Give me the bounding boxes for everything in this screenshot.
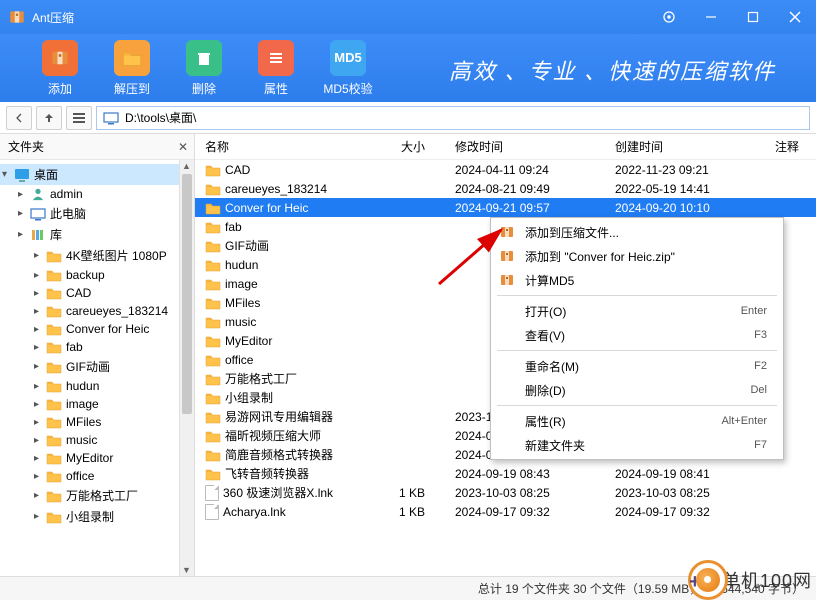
tree-item[interactable]: ▸MFiles — [0, 413, 179, 431]
folder-icon — [205, 429, 221, 443]
minimize-button[interactable] — [690, 0, 732, 34]
md5-button[interactable]: MD5MD5校验 — [312, 40, 384, 97]
tree-item[interactable]: ▸此电脑 — [0, 203, 179, 224]
sidebar-scrollbar[interactable]: ▲ ▼ — [179, 160, 194, 576]
cm-newfolder[interactable]: 新建文件夹F7 — [491, 433, 783, 457]
cm-add-archive[interactable]: 添加到压缩文件... — [491, 220, 783, 244]
tree-item[interactable]: ▸万能格式工厂 — [0, 485, 179, 506]
archive-icon — [497, 246, 517, 266]
folder-icon — [205, 334, 221, 348]
file-icon — [205, 485, 219, 501]
folder-icon — [205, 353, 221, 367]
sidebar-close-icon[interactable]: ✕ — [178, 140, 188, 154]
folder-icon — [205, 277, 221, 291]
context-menu: 添加到压缩文件... 添加到 "Conver for Heic.zip" 计算M… — [490, 217, 784, 460]
cm-rename[interactable]: 重命名(M)F2 — [491, 354, 783, 378]
maximize-button[interactable] — [732, 0, 774, 34]
column-headers[interactable]: 名称 大小 修改时间 创建时间 注释 — [195, 134, 816, 160]
folder-icon — [205, 410, 221, 424]
tree-item[interactable]: ▸GIF动画 — [0, 356, 179, 377]
tree-item[interactable]: ▸music — [0, 431, 179, 449]
app-icon — [8, 8, 26, 26]
file-row[interactable]: Conver for Heic 2024-09-21 09:57 2024-09… — [195, 198, 816, 217]
watermark: + 单机100网 — [688, 560, 812, 600]
nav-up-button[interactable] — [36, 106, 62, 130]
main-toolbar: 添加 解压到 删除 属性 MD5MD5校验 高效 、专业 、快速的压缩软件 — [0, 34, 816, 102]
tree-item[interactable]: ▸hudun — [0, 377, 179, 395]
cm-add-zip[interactable]: 添加到 "Conver for Heic.zip" — [491, 244, 783, 268]
tree-root-desktop[interactable]: ▾桌面 — [0, 164, 179, 185]
tree-item[interactable]: ▸Conver for Heic — [0, 320, 179, 338]
file-row[interactable]: careueyes_183214 2024-08-21 09:49 2022-0… — [195, 179, 816, 198]
file-row[interactable]: 360 极速浏览器X.lnk 1 KB 2023-10-03 08:25 202… — [195, 483, 816, 502]
cm-delete[interactable]: 删除(D)Del — [491, 378, 783, 402]
app-title: Ant压缩 — [32, 9, 648, 26]
folder-icon — [205, 448, 221, 462]
address-path[interactable]: D:\tools\桌面\ — [96, 106, 810, 130]
cm-open[interactable]: 打开(O)Enter — [491, 299, 783, 323]
folder-icon — [205, 391, 221, 405]
cm-md5[interactable]: 计算MD5 — [491, 268, 783, 292]
archive-icon — [497, 222, 517, 242]
folder-icon — [205, 182, 221, 196]
folder-icon — [205, 163, 221, 177]
titlebar: Ant压缩 — [0, 0, 816, 34]
file-icon — [205, 504, 219, 520]
sidebar-header: 文件夹 ✕ — [0, 134, 194, 160]
folder-tree-panel: 文件夹 ✕ ▾桌面▸admin▸此电脑▸库▸4K壁纸图片 1080P▸backu… — [0, 134, 195, 576]
view-mode-button[interactable] — [66, 106, 92, 130]
file-row[interactable]: 飞转音频转换器 2024-09-19 08:43 2024-09-19 08:4… — [195, 464, 816, 483]
tree-item[interactable]: ▸careueyes_183214 — [0, 302, 179, 320]
path-text: D:\tools\桌面\ — [125, 109, 196, 126]
tree-item[interactable]: ▸CAD — [0, 284, 179, 302]
folder-icon — [205, 315, 221, 329]
add-button[interactable]: 添加 — [24, 40, 96, 97]
cm-props[interactable]: 属性(R)Alt+Enter — [491, 409, 783, 433]
pc-icon — [103, 111, 119, 125]
folder-icon — [205, 467, 221, 481]
folder-icon — [205, 258, 221, 272]
extract-button[interactable]: 解压到 — [96, 40, 168, 97]
tree-item[interactable]: ▸fab — [0, 338, 179, 356]
tree-item[interactable]: ▸admin — [0, 185, 179, 203]
slogan-text: 高效 、专业 、快速的压缩软件 — [449, 54, 776, 86]
folder-icon — [205, 296, 221, 310]
tree-item[interactable]: ▸4K壁纸图片 1080P — [0, 245, 179, 266]
delete-button[interactable]: 删除 — [168, 40, 240, 97]
tree-item[interactable]: ▸小组录制 — [0, 506, 179, 527]
tree-item[interactable]: ▸库 — [0, 224, 179, 245]
file-row[interactable]: CAD 2024-04-11 09:24 2022-11-23 09:21 — [195, 160, 816, 179]
settings-icon[interactable] — [648, 0, 690, 34]
folder-icon — [205, 239, 221, 253]
folder-icon — [205, 201, 221, 215]
tree-item[interactable]: ▸backup — [0, 266, 179, 284]
address-bar: D:\tools\桌面\ — [0, 102, 816, 134]
close-button[interactable] — [774, 0, 816, 34]
tree-item[interactable]: ▸image — [0, 395, 179, 413]
props-button[interactable]: 属性 — [240, 40, 312, 97]
archive-icon — [497, 270, 517, 290]
file-row[interactable]: Acharya.lnk 1 KB 2024-09-17 09:32 2024-0… — [195, 502, 816, 521]
tree-item[interactable]: ▸MyEditor — [0, 449, 179, 467]
tree-item[interactable]: ▸office — [0, 467, 179, 485]
folder-icon — [205, 220, 221, 234]
nav-back-button[interactable] — [6, 106, 32, 130]
folder-icon — [205, 372, 221, 386]
cm-view[interactable]: 查看(V)F3 — [491, 323, 783, 347]
